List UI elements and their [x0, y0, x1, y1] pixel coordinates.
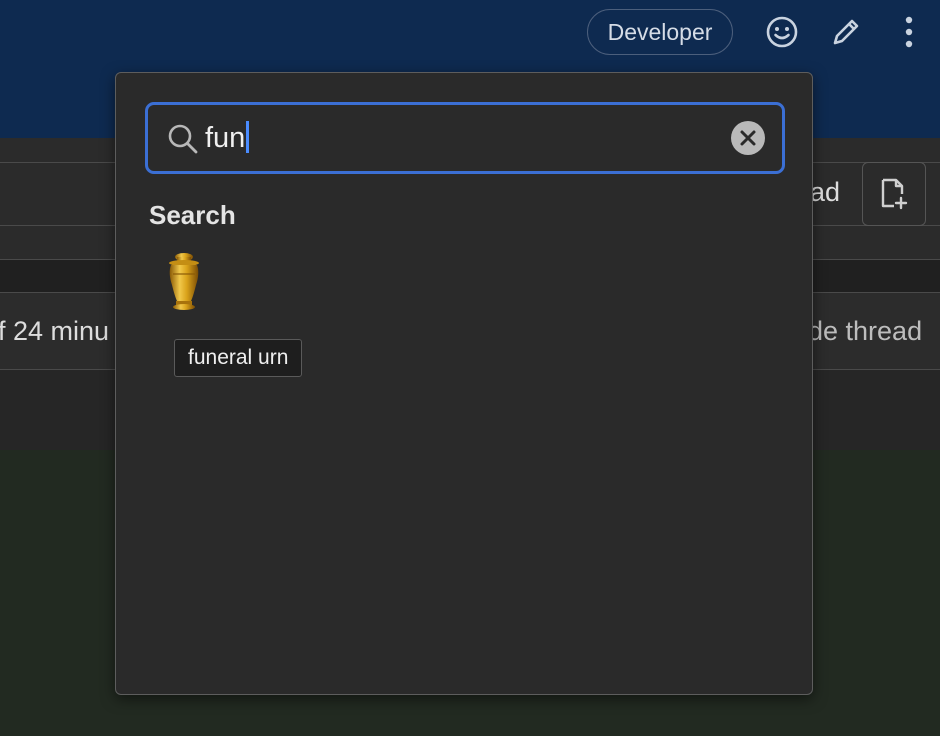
thread-time-text: f 24 minu: [0, 316, 110, 346]
thread-button-label[interactable]: ad: [810, 177, 840, 208]
more-vertical-icon[interactable]: [889, 12, 929, 52]
new-thread-button[interactable]: [862, 162, 926, 226]
clear-search-button[interactable]: [731, 121, 765, 155]
funeral-urn-icon: [169, 253, 199, 310]
emoji-search-input[interactable]: fun: [205, 119, 250, 157]
file-add-icon: [881, 178, 908, 210]
pencil-icon[interactable]: [826, 12, 866, 52]
hide-thread-link[interactable]: de thread: [808, 316, 922, 347]
close-icon: [740, 130, 756, 146]
text-caret: [246, 121, 250, 153]
emoji-tooltip: funeral urn: [174, 339, 303, 377]
emoji-result-funeral-urn[interactable]: [160, 251, 208, 313]
smiley-icon[interactable]: [762, 12, 802, 52]
section-title: Search: [149, 200, 236, 230]
search-icon: [168, 124, 198, 154]
emoji-picker-popover: fun Search funeral urn: [115, 72, 813, 695]
emoji-search-field[interactable]: fun: [145, 102, 785, 174]
role-badge[interactable]: Developer: [587, 9, 733, 55]
